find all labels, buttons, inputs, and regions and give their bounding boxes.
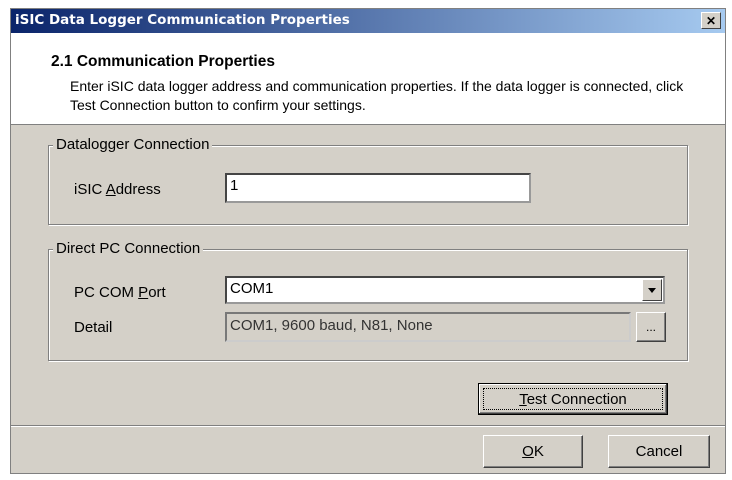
window-title: iSIC Data Logger Communication Propertie… bbox=[15, 12, 350, 28]
isic-address-label: iSIC Address bbox=[74, 181, 161, 198]
dialog-window: iSIC Data Logger Communication Propertie… bbox=[10, 8, 726, 474]
cancel-button[interactable]: Cancel bbox=[608, 435, 710, 468]
ok-label: OK bbox=[522, 443, 544, 460]
detail-label: Detail bbox=[74, 319, 113, 336]
title-bar[interactable]: iSIC Data Logger Communication Propertie… bbox=[11, 9, 725, 33]
dropdown-arrow-button[interactable] bbox=[642, 279, 662, 301]
footer-separator bbox=[11, 425, 725, 427]
pc-com-port-label: PC COM Port bbox=[74, 284, 166, 301]
datalogger-connection-legend: Datalogger Connection bbox=[53, 136, 213, 153]
ellipsis-icon: ... bbox=[645, 320, 656, 334]
header-panel: 2.1 Communication Properties Enter iSIC … bbox=[11, 33, 725, 125]
close-icon: ✕ bbox=[705, 13, 717, 28]
page-title: 2.1 Communication Properties bbox=[51, 53, 275, 70]
focus-rectangle bbox=[483, 388, 663, 410]
isic-address-input[interactable]: 1 bbox=[225, 173, 531, 203]
detail-browse-button[interactable]: ... bbox=[636, 312, 666, 342]
detail-field: COM1, 9600 baud, N81, None bbox=[225, 312, 631, 342]
datalogger-connection-group: Datalogger Connection iSIC Address 1 bbox=[48, 136, 688, 225]
cancel-label: Cancel bbox=[635, 443, 683, 460]
chevron-down-icon bbox=[648, 287, 656, 293]
page-description: Enter iSIC data logger address and commu… bbox=[70, 78, 684, 113]
pc-com-port-value: COM1 bbox=[230, 280, 274, 297]
direct-pc-connection-legend: Direct PC Connection bbox=[53, 240, 204, 257]
direct-pc-connection-group: Direct PC Connection PC COM Port COM1 De… bbox=[48, 240, 688, 361]
pc-com-port-select[interactable]: COM1 bbox=[225, 276, 665, 304]
close-button[interactable]: ✕ bbox=[701, 12, 721, 29]
ok-button[interactable]: OK bbox=[483, 435, 583, 468]
test-connection-button[interactable]: Test Connection bbox=[478, 383, 668, 415]
